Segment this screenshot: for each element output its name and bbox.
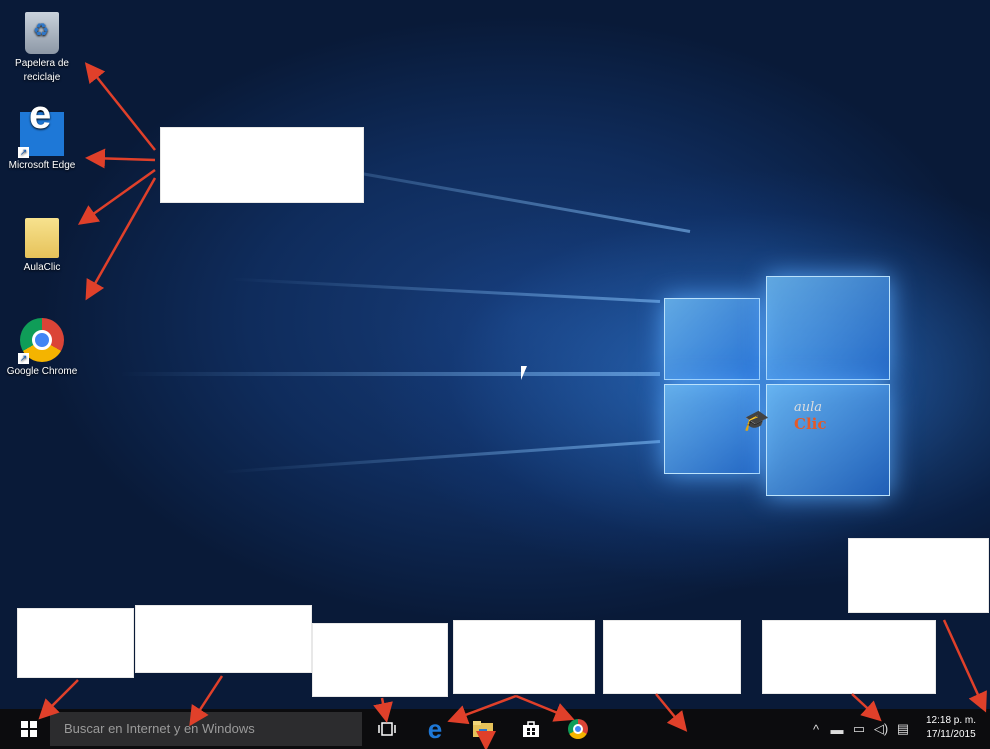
annotation-arrows bbox=[38, 62, 987, 749]
